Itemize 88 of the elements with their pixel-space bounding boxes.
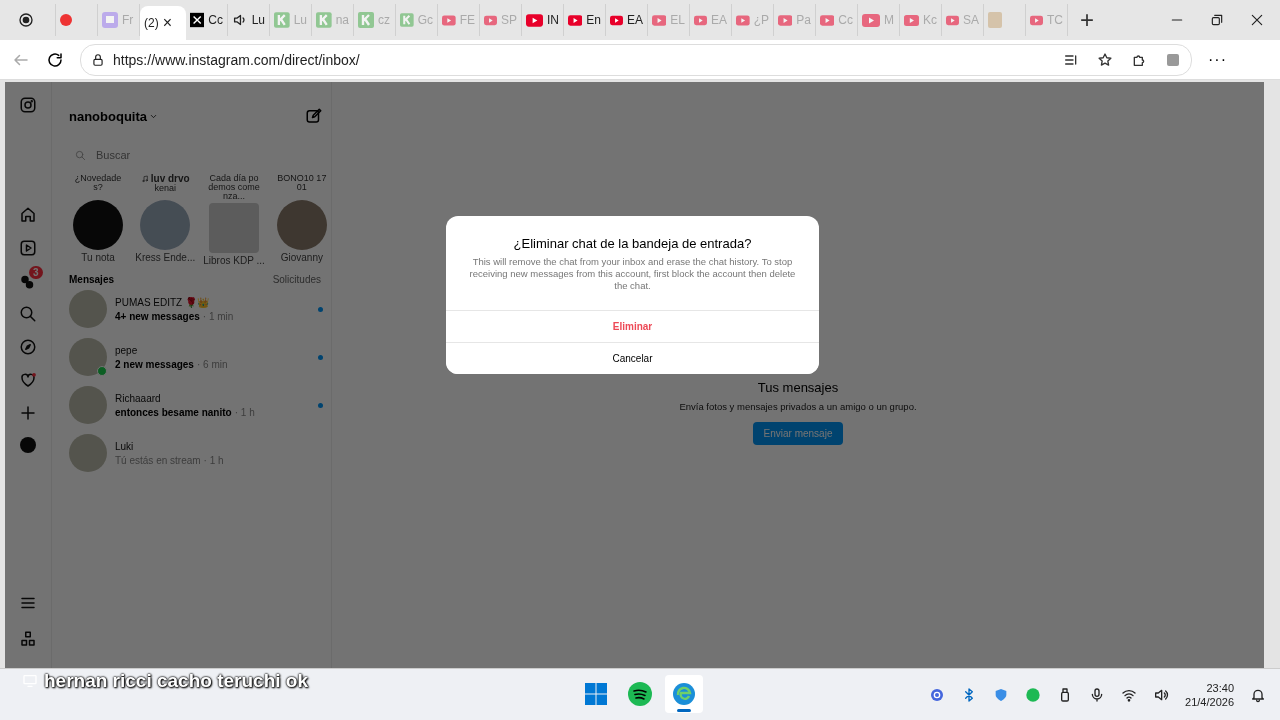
play-icon bbox=[694, 13, 707, 27]
stream-chat-message: hernan ricci cacho teruchi ok bbox=[44, 670, 308, 692]
spotify-icon bbox=[628, 682, 652, 706]
cross-logo-icon bbox=[190, 12, 205, 28]
record-icon bbox=[18, 12, 34, 28]
play-icon bbox=[904, 13, 919, 27]
play-icon bbox=[820, 13, 835, 27]
empty-state-title: Tus mensajes bbox=[757, 380, 839, 395]
browser-tab[interactable]: EA bbox=[606, 4, 648, 36]
note-author: Giovanny bbox=[280, 252, 323, 263]
address-bar[interactable]: https://www.instagram.com/direct/inbox/ bbox=[80, 43, 1192, 76]
more-menu-button[interactable]: ··· bbox=[1208, 50, 1227, 69]
dialog-title: ¿Eliminar chat de la bandeja de entrada? bbox=[512, 236, 753, 251]
note-text[interactable]: ¿Novedades? bbox=[71, 174, 126, 192]
search-icon[interactable] bbox=[19, 305, 37, 323]
browser-tab[interactable]: Cc bbox=[186, 4, 228, 36]
note-author: Tu nota bbox=[81, 252, 115, 263]
note-text[interactable]: BONO10 1701 bbox=[274, 174, 329, 192]
profile-avatar[interactable] bbox=[20, 437, 36, 453]
lock-icon bbox=[91, 52, 105, 67]
new-tab-button[interactable]: + bbox=[1080, 6, 1094, 34]
avatar[interactable] bbox=[276, 200, 327, 250]
browser-tab[interactable]: En bbox=[564, 4, 606, 36]
tile-icon bbox=[316, 12, 332, 28]
messages-heading: Mensajes bbox=[69, 274, 115, 285]
play-icon bbox=[778, 13, 793, 27]
url-text: https://www.instagram.com/direct/inbox/ bbox=[113, 51, 360, 68]
search-field[interactable]: Buscar bbox=[94, 148, 248, 162]
browser-tab[interactable]: IN bbox=[522, 4, 564, 36]
chat-name: Luki bbox=[115, 440, 135, 452]
instagram-logo-icon[interactable] bbox=[19, 96, 37, 114]
avatar bbox=[69, 290, 107, 328]
play-icon bbox=[568, 13, 583, 27]
play-icon bbox=[946, 13, 959, 27]
play-icon bbox=[484, 13, 497, 27]
note-text[interactable]: luv drvo bbox=[150, 174, 190, 184]
play-icon bbox=[862, 13, 880, 27]
heart-icon[interactable] bbox=[19, 371, 37, 389]
reload-icon[interactable] bbox=[46, 50, 64, 69]
notification-badge: 3 bbox=[29, 266, 43, 279]
browser-tab[interactable]: (2) × bbox=[140, 6, 186, 40]
windows-logo-icon bbox=[584, 682, 608, 706]
dialog-message: This will remove the chat from your inbox and erase the chat history. To stop receiving new messages from this account, first block the account then delete the chat. bbox=[468, 255, 797, 292]
avatar bbox=[69, 386, 107, 424]
chat-name: PUMAS EDITZ 🌹👑 bbox=[115, 296, 210, 308]
tile-icon bbox=[358, 12, 374, 28]
video-icon[interactable] bbox=[19, 239, 37, 257]
star-icon[interactable] bbox=[1097, 51, 1113, 68]
chat-preview: 4+ new messages bbox=[115, 310, 200, 322]
tile-icon bbox=[274, 12, 290, 28]
plus-icon[interactable] bbox=[19, 404, 37, 422]
tile-icon bbox=[400, 12, 414, 28]
empty-state-text: Envía fotos y mensajes privados a un amigo o un grupo. bbox=[679, 401, 917, 412]
play-icon bbox=[1030, 13, 1043, 27]
apps-icon[interactable] bbox=[19, 630, 37, 648]
requests-link[interactable]: Solicitudes bbox=[272, 274, 321, 285]
music-note-icon bbox=[140, 175, 149, 183]
avatar[interactable] bbox=[73, 200, 124, 250]
dot-icon bbox=[60, 14, 72, 26]
play-icon bbox=[610, 13, 623, 27]
chat-name: Richaaard bbox=[115, 392, 162, 404]
note-author: Libros KDP ... bbox=[203, 255, 265, 266]
close-icon[interactable] bbox=[1250, 13, 1264, 27]
note-author: Kress Ende... bbox=[135, 252, 196, 263]
home-icon[interactable] bbox=[19, 206, 37, 224]
avatar bbox=[69, 434, 107, 472]
play-icon bbox=[736, 13, 750, 27]
cancel-button[interactable]: Cancelar bbox=[446, 341, 819, 374]
play-icon bbox=[652, 13, 667, 27]
thumbnail-icon bbox=[988, 12, 1002, 28]
note-text[interactable]: Cada día podemos comenza... bbox=[207, 174, 261, 201]
search-icon bbox=[75, 149, 86, 161]
edge-icon bbox=[672, 682, 696, 706]
chat-name: pepe bbox=[115, 344, 139, 356]
close-tab-button[interactable]: × bbox=[162, 15, 172, 31]
username-switcher[interactable]: nanoboquita bbox=[69, 108, 158, 124]
clock[interactable]: 23:40 21/4/2026 bbox=[1185, 681, 1234, 708]
play-icon bbox=[442, 13, 456, 27]
compass-icon[interactable] bbox=[19, 338, 37, 356]
note-subtext: kenai bbox=[154, 183, 176, 193]
speaker-icon bbox=[232, 12, 248, 28]
restore-icon[interactable] bbox=[1210, 13, 1224, 27]
play-icon bbox=[526, 13, 543, 27]
chat-preview: entonces besame nanito bbox=[115, 406, 232, 418]
browser-tab[interactable]: Lu bbox=[228, 4, 270, 36]
send-message-button[interactable]: Enviar mensaje bbox=[752, 422, 844, 445]
chat-preview: 2 new messages bbox=[115, 358, 194, 370]
compose-icon[interactable] bbox=[305, 107, 323, 125]
